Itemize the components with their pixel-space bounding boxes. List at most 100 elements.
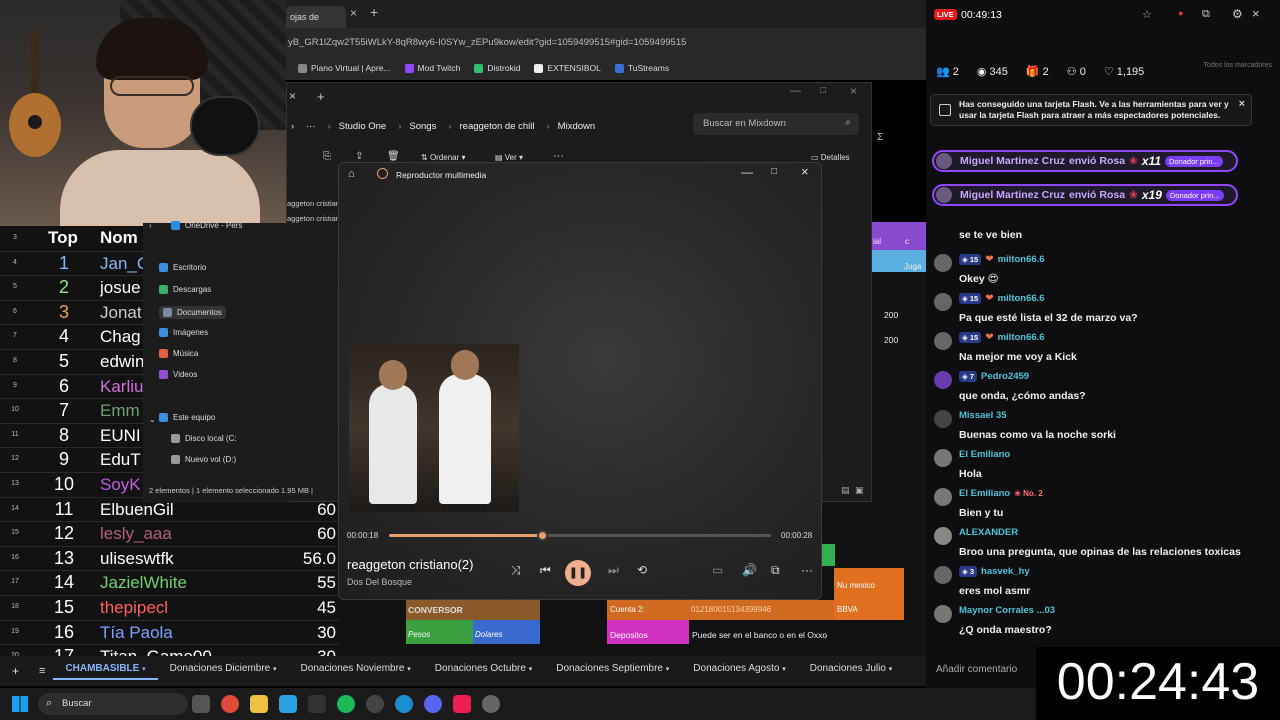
close-tab-icon[interactable]: × (289, 89, 296, 103)
avatar[interactable] (934, 605, 952, 623)
chat-username[interactable]: El Emiliano (959, 449, 1010, 460)
chat-username[interactable]: ALEXANDER (959, 527, 1018, 538)
telegram-icon[interactable] (279, 695, 297, 713)
edge-icon[interactable] (395, 695, 413, 713)
sheet-tab[interactable]: CHAMBASIBLE ▾ (53, 663, 158, 680)
layout-icon[interactable]: ⧉ (1202, 8, 1210, 21)
shuffle-icon[interactable]: ⤨ (511, 563, 521, 578)
previous-icon[interactable]: ⏮ (540, 563, 551, 578)
add-comment-input[interactable]: Añadir comentario (936, 664, 1017, 675)
close-icon[interactable]: × (1252, 6, 1260, 21)
nav-item[interactable]: Imágenes (159, 328, 208, 337)
avatar[interactable] (934, 410, 952, 428)
browser-tab[interactable]: ojas de (286, 6, 346, 28)
close-icon[interactable]: × (850, 84, 857, 98)
tiktok-icon[interactable] (453, 695, 471, 713)
spotify-icon[interactable] (337, 695, 355, 713)
file-explorer-icon[interactable] (250, 695, 268, 713)
chat-username[interactable]: Maynor Corrales ...03 (959, 605, 1055, 616)
file-item[interactable]: aggeton cristian (287, 199, 340, 208)
bookmark-item[interactable]: Mod Twitch (404, 63, 460, 73)
sheet-tab[interactable]: Donaciones Noviembre ▾ (289, 663, 423, 680)
breadcrumb-item[interactable]: Songs (409, 121, 436, 132)
copy-icon[interactable]: ⎘ (323, 151, 331, 162)
mini-player-icon[interactable]: ⧉ (771, 563, 780, 578)
table-row[interactable]: 16 13 uliseswtfk 56.0 (0, 546, 340, 571)
breadcrumb-item[interactable]: Mixdown (558, 121, 596, 132)
sheet-tab[interactable]: Donaciones Diciembre ▾ (158, 663, 289, 680)
bookmark-item[interactable]: Piano Virtual | Apre... (298, 63, 391, 73)
avatar[interactable] (934, 371, 952, 389)
avatar[interactable] (934, 488, 952, 506)
chat-username[interactable]: ◈ 15 ❤ milton66.6 (959, 254, 1045, 265)
minimize-icon[interactable]: — (790, 85, 801, 97)
cell-dolares[interactable]: Dolares (473, 620, 540, 644)
sort-button[interactable]: ⇅ Ordenar ▾ (421, 153, 466, 162)
chevron-down-icon[interactable]: ⌄ (149, 415, 156, 424)
sheet-tab[interactable]: Donaciones Octubre ▾ (423, 663, 544, 680)
chevron-right-icon[interactable]: › (149, 221, 152, 230)
sum-icon[interactable]: Σ (877, 132, 883, 143)
all-sheets-icon[interactable]: ≡ (31, 665, 53, 677)
nav-item[interactable]: Nuevo vol (D:) (171, 455, 236, 464)
list-view-icon[interactable]: ▤ (841, 485, 850, 496)
nav-item[interactable]: Documentos (159, 306, 226, 319)
seek-handle[interactable] (536, 530, 548, 541)
task-view-icon[interactable] (192, 695, 210, 713)
media-player-icon[interactable] (482, 695, 500, 713)
chrome-icon[interactable] (221, 695, 239, 713)
chat-username[interactable]: El Emiliano ❀ No. 2 (959, 488, 1043, 499)
table-row[interactable]: 15 12 lesly_aaa 60 (0, 521, 340, 546)
obs-icon[interactable] (366, 695, 384, 713)
column-header-rank[interactable]: Top (48, 228, 78, 248)
bookmark-item[interactable]: Distrokid (474, 63, 520, 73)
avatar[interactable] (934, 332, 952, 350)
nav-item[interactable]: OneDrive - Pers (171, 221, 242, 230)
table-row[interactable]: 19 16 Tía Paola 30 (0, 620, 340, 645)
details-button[interactable]: ▭ Detalles (811, 153, 850, 162)
new-tab-icon[interactable]: + (317, 89, 325, 104)
nav-item[interactable]: Este equipo (159, 413, 215, 422)
bookmark-item[interactable]: TuStreams (614, 63, 669, 73)
share-icon[interactable]: ⇪ (355, 151, 363, 162)
more-icon[interactable]: ··· (306, 121, 316, 132)
sheet-tab[interactable]: Donaciones Septiembre ▾ (544, 663, 681, 680)
nav-item[interactable]: Descargas (159, 285, 211, 294)
repeat-off-icon[interactable]: ⟲ (637, 563, 647, 577)
bookmarks-note[interactable]: Todos los marcadores (1204, 62, 1272, 69)
table-row[interactable]: 18 15 thepipecl 45 (0, 595, 340, 620)
close-icon[interactable]: × (1239, 99, 1245, 110)
gear-icon[interactable]: ⚙ (1232, 7, 1243, 21)
nav-item[interactable]: Música (159, 349, 198, 358)
address-bar[interactable]: yB_GR1lZqw2T55iWLkY-8qR8wy6-I0SYw_zEPu9k… (286, 28, 926, 56)
avatar[interactable] (934, 566, 952, 584)
chat-username[interactable]: ◈ 15 ❤ milton66.6 (959, 293, 1045, 304)
breadcrumb-item[interactable]: reaggeton de chill (460, 121, 535, 132)
discord-icon[interactable] (424, 695, 442, 713)
column-header-name[interactable]: Nom (100, 228, 138, 248)
cell-pesos[interactable]: Pesos (406, 620, 473, 644)
close-icon[interactable]: × (350, 6, 357, 20)
windows-start-icon[interactable] (12, 696, 28, 712)
pause-button[interactable]: ❚❚ (565, 560, 591, 586)
cast-icon[interactable]: ▭ (712, 563, 723, 577)
tile-view-icon[interactable]: ▣ (855, 485, 864, 496)
avatar[interactable] (934, 293, 952, 311)
view-button[interactable]: ▤ Ver ▾ (495, 153, 523, 162)
avatar[interactable] (934, 449, 952, 467)
avatar[interactable] (934, 254, 952, 272)
more-icon[interactable]: ··· (553, 150, 564, 162)
breadcrumb-item[interactable]: Studio One (339, 121, 387, 132)
bookmark-item[interactable]: EXTENSIBOL (534, 63, 601, 73)
more-icon[interactable]: ··· (801, 563, 813, 577)
star-icon[interactable]: ☆ (1142, 8, 1152, 21)
close-icon[interactable]: × (801, 164, 809, 179)
chat-username[interactable]: ◈ 15 ❤ milton66.6 (959, 332, 1045, 343)
search-input[interactable]: Buscar en Mixdown ⌕ (693, 113, 859, 135)
file-item[interactable]: aggeton cristian (287, 214, 340, 223)
new-tab-icon[interactable]: + (370, 4, 378, 20)
chat-username[interactable]: Missael 35 (959, 410, 1007, 421)
maximize-icon[interactable]: □ (820, 85, 826, 96)
volume-icon[interactable]: 🔊 (742, 563, 757, 577)
seek-bar[interactable] (389, 530, 771, 541)
